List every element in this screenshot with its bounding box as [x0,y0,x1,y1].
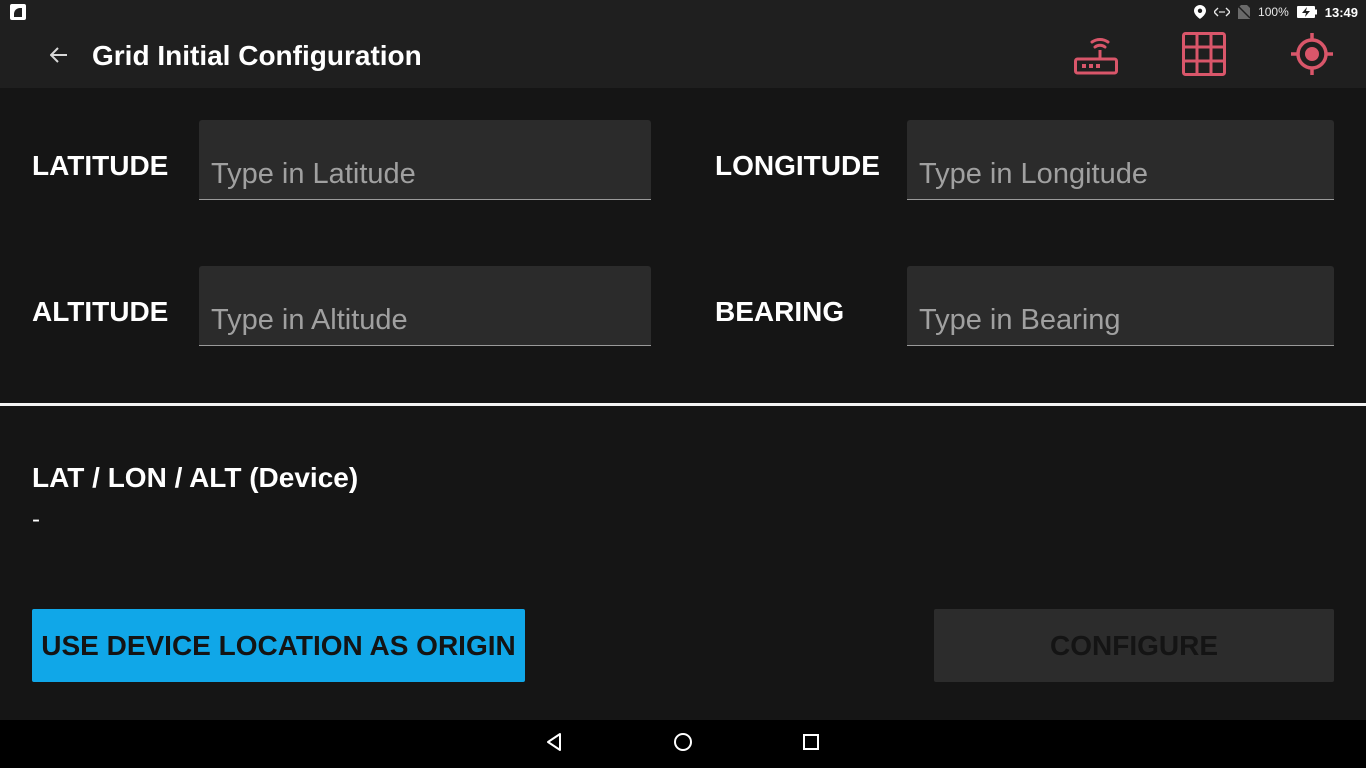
nav-recents-button[interactable] [799,732,823,756]
longitude-label: LONGITUDE [715,150,880,181]
configure-button[interactable]: CONFIGURE [934,609,1334,682]
altitude-input[interactable] [199,266,651,346]
data-sync-icon [1214,7,1231,17]
battery-percent: 100% [1258,5,1289,19]
clock: 13:49 [1324,4,1358,20]
device-location-value: - [32,506,40,533]
use-device-location-button[interactable]: USE DEVICE LOCATION AS ORIGIN [32,609,525,682]
system-nav-bar [0,720,1366,768]
bearing-label: BEARING [715,296,845,327]
back-button[interactable] [44,42,74,72]
latitude-input[interactable] [199,120,651,200]
device-location-label: LAT / LON / ALT (Device) [32,462,359,493]
gps-target-icon [1288,30,1336,83]
page-title: Grid Initial Configuration [92,40,422,71]
gps-target-button[interactable] [1288,32,1336,80]
altitude-label: ALTITUDE [32,296,169,327]
router-button[interactable] [1072,32,1120,80]
no-sim-icon [1238,5,1251,19]
section-divider [0,403,1366,406]
app-toolbar: Grid Initial Configuration [0,24,1366,88]
status-right: 100% 13:49 [1194,0,1358,24]
longitude-input[interactable] [907,120,1334,200]
router-icon [1072,30,1120,83]
back-triangle-icon [545,732,565,757]
nav-back-button[interactable] [543,732,567,756]
location-icon [1194,5,1207,19]
status-bar: 100% 13:49 [0,0,1366,24]
home-circle-icon [673,732,693,757]
battery-charging-icon [1296,6,1317,18]
main-content: LATITUDE LONGITUDE ALTITUDE BEARING LAT … [0,88,1366,720]
latitude-label: LATITUDE [32,150,169,181]
arrow-left-icon [49,46,68,68]
recents-square-icon [802,733,820,756]
bearing-input[interactable] [907,266,1334,346]
nav-home-button[interactable] [671,732,695,756]
app-icon [10,4,26,20]
grid-button[interactable] [1180,30,1228,83]
grid-icon [1180,30,1228,83]
